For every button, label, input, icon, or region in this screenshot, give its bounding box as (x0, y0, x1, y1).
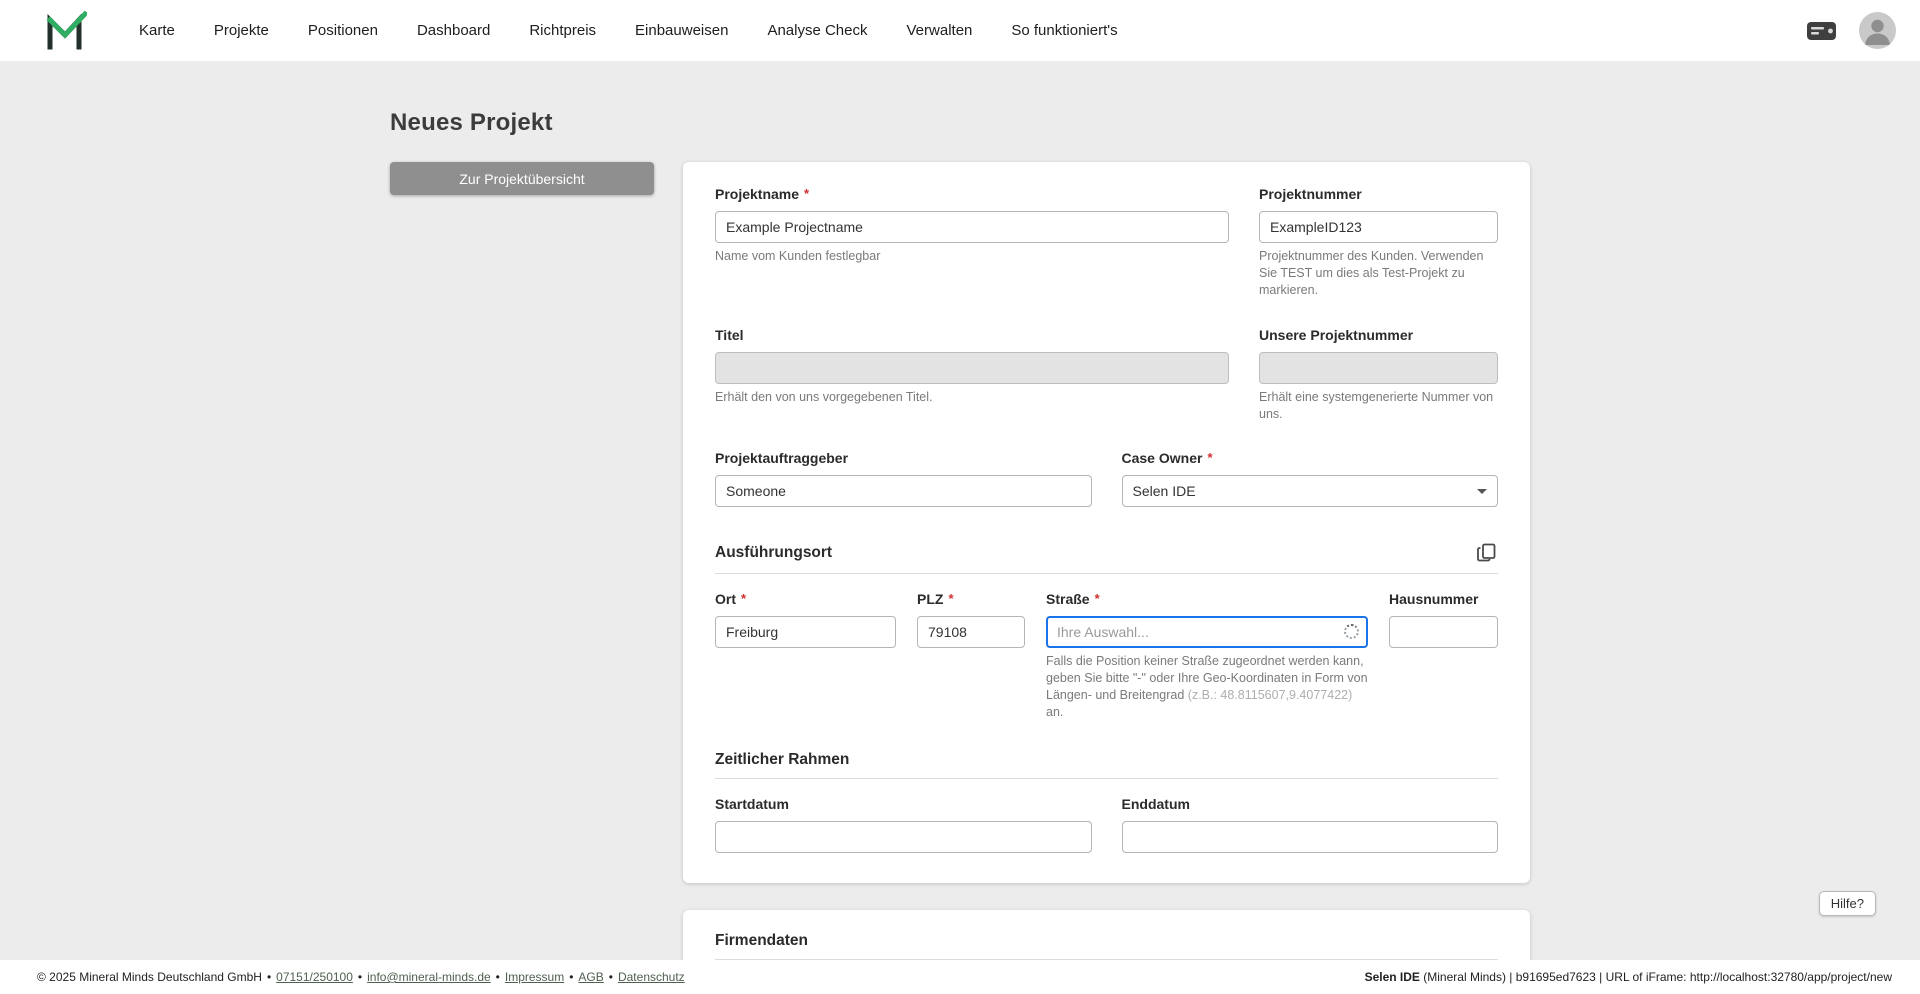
strasse-label: Straße (1046, 591, 1090, 607)
field-projektname: Projektname * Name vom Kunden festlegbar (715, 186, 1229, 299)
case-owner-label: Case Owner (1122, 450, 1203, 466)
session-user: Selen IDE (1365, 970, 1420, 984)
unsere-projektnummer-label: Unsere Projektnummer (1259, 327, 1413, 343)
projektauftraggeber-label: Projektauftraggeber (715, 450, 848, 466)
nav-item-verwalten[interactable]: Verwalten (907, 22, 973, 39)
section-firmendaten: Firmendaten (715, 932, 1498, 960)
hausnummer-label: Hausnummer (1389, 591, 1478, 607)
footer: © 2025 Mineral Minds Deutschland GmbH • … (0, 960, 1920, 994)
chevron-down-icon (1477, 489, 1487, 494)
copy-icon (1477, 543, 1496, 562)
nav-menu: Karte Projekte Positionen Dashboard Rich… (139, 22, 1118, 39)
projektauftraggeber-input[interactable] (715, 475, 1092, 507)
project-form-card: Projektname * Name vom Kunden festlegbar… (683, 162, 1530, 883)
projektname-label: Projektname (715, 186, 799, 202)
field-plz: PLZ * (917, 591, 1025, 721)
hausnummer-input[interactable] (1389, 616, 1498, 648)
case-owner-select[interactable]: Selen IDE (1122, 475, 1499, 507)
help-button[interactable]: Hilfe? (1819, 891, 1876, 916)
person-icon (1859, 12, 1896, 49)
nav-right-actions (1806, 12, 1896, 49)
nav-item-analyse-check[interactable]: Analyse Check (767, 22, 867, 39)
field-titel: Titel Erhält den von uns vorgegebenen Ti… (715, 327, 1229, 423)
nav-item-dashboard[interactable]: Dashboard (417, 22, 490, 39)
unsere-projektnummer-input (1259, 352, 1498, 384)
ausfuehrungsort-title: Ausführungsort (715, 544, 832, 562)
server-icon[interactable] (1806, 21, 1837, 41)
company-logo[interactable] (45, 11, 87, 51)
enddatum-label: Enddatum (1122, 796, 1190, 812)
top-nav: Karte Projekte Positionen Dashboard Rich… (0, 0, 1920, 61)
projektnummer-label: Projektnummer (1259, 186, 1362, 202)
footer-link-agb[interactable]: AGB (578, 970, 603, 984)
plz-input[interactable] (917, 616, 1025, 648)
field-strasse: Straße * Falls die Position keiner Straß… (1046, 591, 1368, 721)
projektname-helper: Name vom Kunden festlegbar (715, 248, 1229, 265)
firmendaten-title: Firmendaten (715, 932, 808, 950)
plz-label: PLZ (917, 591, 943, 607)
projektnummer-helper: Projektnummer des Kunden. Verwenden Sie … (1259, 248, 1498, 299)
startdatum-input[interactable] (715, 821, 1092, 853)
required-mark: * (1207, 451, 1212, 464)
copy-address-button[interactable] (1475, 541, 1498, 564)
field-case-owner: Case Owner * Selen IDE (1122, 450, 1499, 507)
titel-helper: Erhält den von uns vorgegebenen Titel. (715, 389, 1229, 406)
footer-link-phone[interactable]: 07151/250100 (276, 970, 353, 984)
required-mark: * (1095, 592, 1100, 605)
footer-link-datenschutz[interactable]: Datenschutz (618, 970, 685, 984)
field-projektauftraggeber: Projektauftraggeber (715, 450, 1092, 507)
unsere-projektnummer-helper: Erhält eine systemgenerierte Nummer von … (1259, 389, 1498, 423)
titel-label: Titel (715, 327, 744, 343)
session-info: Selen IDE (Mineral Minds) | b91695ed7623… (1365, 970, 1892, 984)
main-content: Neues Projekt Zur Projektübersicht Proje… (0, 61, 1920, 960)
nav-item-positionen[interactable]: Positionen (308, 22, 378, 39)
zeitlicher-rahmen-title: Zeitlicher Rahmen (715, 751, 849, 769)
field-projektnummer: Projektnummer Projektnummer des Kunden. … (1259, 186, 1498, 299)
field-ort: Ort * (715, 591, 896, 721)
section-ausfuehrungsort: Ausführungsort (715, 541, 1498, 574)
required-mark: * (804, 187, 809, 200)
copyright-text: © 2025 Mineral Minds Deutschland GmbH (37, 970, 262, 984)
field-startdatum: Startdatum (715, 796, 1092, 853)
field-enddatum: Enddatum (1122, 796, 1499, 853)
projektnummer-input[interactable] (1259, 211, 1498, 243)
required-mark: * (741, 592, 746, 605)
firmendaten-card: Firmendaten (683, 910, 1530, 960)
titel-input (715, 352, 1229, 384)
footer-link-email[interactable]: info@mineral-minds.de (367, 970, 491, 984)
nav-item-richtpreis[interactable]: Richtpreis (529, 22, 596, 39)
ort-label: Ort (715, 591, 736, 607)
nav-item-so-funktionierts[interactable]: So funktioniert's (1011, 22, 1117, 39)
footer-link-impressum[interactable]: Impressum (505, 970, 564, 984)
enddatum-input[interactable] (1122, 821, 1499, 853)
required-mark: * (948, 592, 953, 605)
field-hausnummer: Hausnummer (1389, 591, 1498, 721)
section-zeitlicher-rahmen: Zeitlicher Rahmen (715, 751, 1498, 779)
case-owner-value: Selen IDE (1133, 483, 1196, 499)
nav-item-karte[interactable]: Karte (139, 22, 175, 39)
project-overview-button[interactable]: Zur Projektübersicht (390, 162, 654, 195)
footer-left: © 2025 Mineral Minds Deutschland GmbH • … (37, 970, 685, 984)
user-avatar[interactable] (1859, 12, 1896, 49)
strasse-input[interactable] (1046, 616, 1368, 648)
projektname-input[interactable] (715, 211, 1229, 243)
startdatum-label: Startdatum (715, 796, 789, 812)
page-title: Neues Projekt (390, 109, 1530, 137)
session-details: (Mineral Minds) | b91695ed7623 | URL of … (1420, 970, 1892, 984)
nav-item-einbauweisen[interactable]: Einbauweisen (635, 22, 728, 39)
ort-input[interactable] (715, 616, 896, 648)
field-unsere-projektnummer: Unsere Projektnummer Erhält eine systemg… (1259, 327, 1498, 423)
nav-item-projekte[interactable]: Projekte (214, 22, 269, 39)
strasse-helper: Falls die Position keiner Straße zugeord… (1046, 653, 1368, 721)
